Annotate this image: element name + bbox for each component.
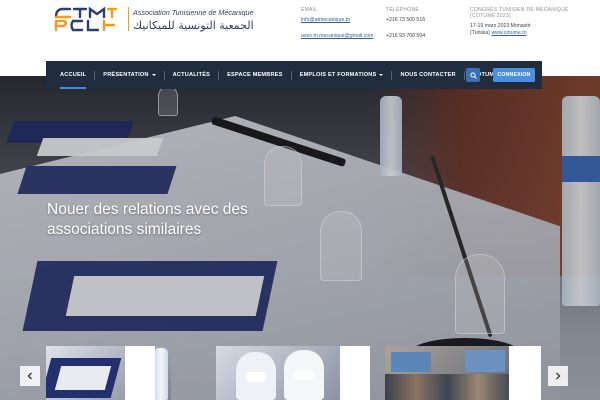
carousel-prev-button[interactable] — [20, 366, 40, 386]
email-label: EMAIL — [301, 7, 318, 13]
chevron-right-icon — [556, 372, 561, 380]
nav-item-nous-contacter[interactable]: NOUS CONTACTER — [392, 61, 463, 89]
email-link-secondary[interactable]: asso.tn.mecanique@gmail.com — [301, 33, 373, 40]
contact-phone: TÉLÉPHONE +216 73 500 516 +216 93 700 50… — [386, 7, 425, 40]
search-icon — [469, 71, 477, 79]
carousel-card[interactable] — [385, 346, 509, 400]
phone-number-secondary: +216 93 700 504 — [386, 33, 426, 39]
card-image-mask — [246, 372, 266, 382]
chevron-left-icon — [27, 372, 32, 380]
card-gap — [125, 346, 155, 400]
card-image-screen — [391, 352, 431, 372]
card-gap — [340, 346, 370, 400]
card-image-paper — [54, 366, 112, 390]
event-location-line: (Tunisia) www.cotume.tn — [470, 30, 570, 37]
chevron-down-icon — [379, 74, 384, 76]
card-gap — [509, 346, 541, 400]
phone-number-primary: +216 73 500 516 — [386, 17, 426, 23]
email-gap — [301, 24, 373, 33]
carousel-card[interactable] — [216, 346, 340, 400]
nav-label: ACCUEIL — [60, 72, 87, 78]
main-navigation: ACCUEIL PRÉSENTATION ACTUALITÉS ESPACE M… — [46, 61, 542, 89]
contact-email: EMAIL info@atmecanique.tn asso.tn.mecani… — [301, 7, 373, 40]
card-image-crowd — [385, 374, 509, 400]
carousel-next-button[interactable] — [548, 366, 568, 386]
nav-item-actualites[interactable]: ACTUALITÉS — [165, 61, 218, 89]
chevron-down-icon — [151, 74, 156, 76]
atm-logo-mark — [54, 6, 118, 32]
logo-name-french: Association Tunisienne de Mécanique — [133, 8, 254, 17]
event-dates: 17-19 mars 2023 Monastir — [470, 23, 531, 29]
nav-label: PRÉSENTATION — [103, 72, 149, 78]
nav-item-emplois-formations[interactable]: EMPLOIS ET FORMATIONS — [292, 61, 392, 89]
nav-item-accueil[interactable]: ACCUEIL — [52, 61, 94, 89]
login-button[interactable]: CONNEXION — [493, 68, 535, 82]
phone-gap — [386, 24, 425, 33]
email-link-primary[interactable]: info@atmecanique.tn — [301, 17, 373, 24]
page: Association Tunisienne de Mécanique الجم… — [0, 0, 600, 400]
event-label: CONGRÈS TUNISIEN DE MÉCANIQUE (COTUME'20… — [470, 7, 569, 19]
card-image-screen — [465, 350, 505, 372]
logo-divider — [128, 7, 129, 31]
search-button[interactable] — [466, 68, 480, 82]
phone-label: TÉLÉPHONE — [386, 7, 419, 13]
hero-title: Nouer des relations avec des association… — [47, 201, 248, 238]
card-image-bottle — [154, 348, 168, 400]
logo-name-arabic: الجمعية التونسية للميكانيك — [133, 19, 254, 32]
card-image-mask — [294, 370, 314, 380]
nav-label: ESPACE MEMBRES — [227, 72, 283, 78]
nav-label: ACTUALITÉS — [172, 72, 211, 78]
nav-item-espace-membres[interactable]: ESPACE MEMBRES — [219, 61, 291, 89]
contact-event: CONGRÈS TUNISIEN DE MÉCANIQUE (COTUME'20… — [470, 7, 570, 37]
nav-label: NOUS CONTACTER — [400, 72, 456, 78]
nav-item-presentation[interactable]: PRÉSENTATION — [95, 61, 163, 89]
event-location: (Tunisia) — [470, 30, 492, 36]
site-logo[interactable]: Association Tunisienne de Mécanique الجم… — [52, 5, 287, 35]
nav-label: EMPLOIS ET FORMATIONS — [299, 72, 377, 78]
event-website-link[interactable]: www.cotume.tn — [491, 30, 526, 36]
